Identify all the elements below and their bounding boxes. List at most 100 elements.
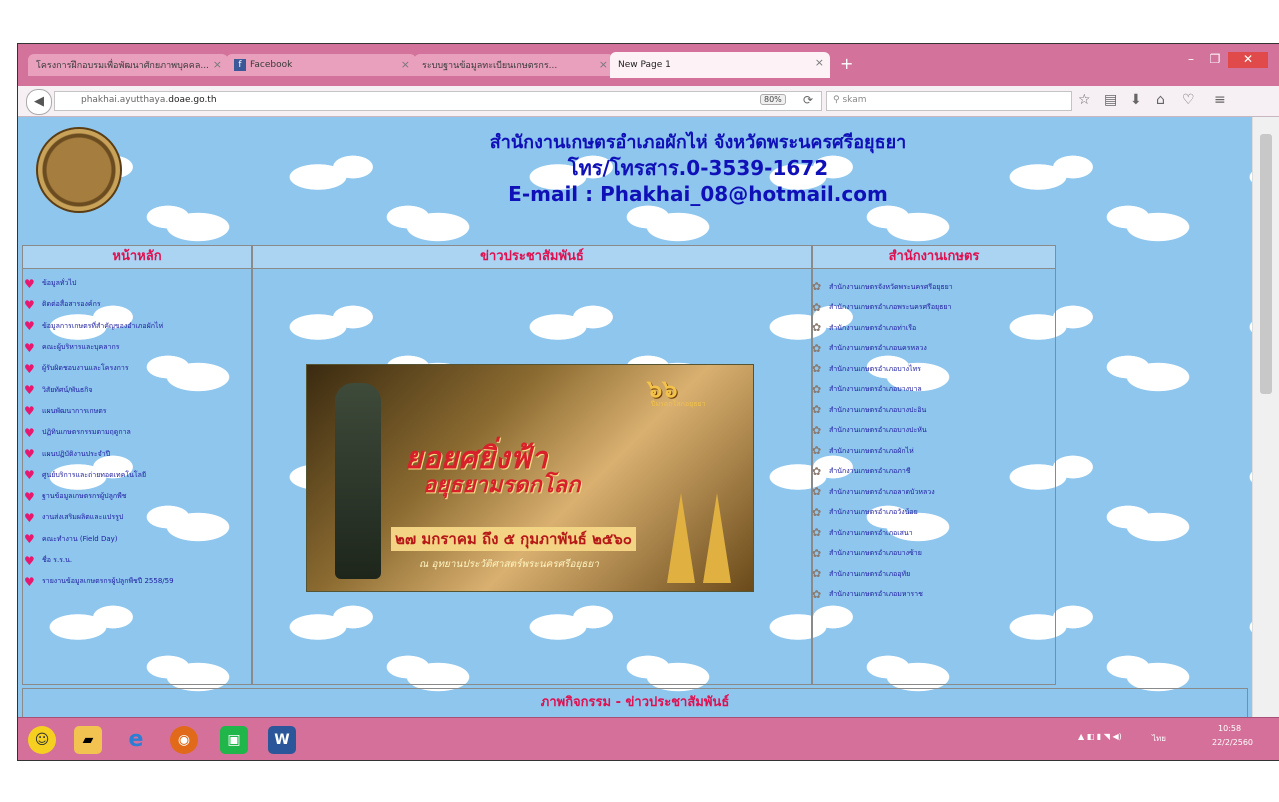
menu-item[interactable]: ♥ งานส่งเสริมผลิตและแปรรูป: [24, 507, 244, 528]
word-icon[interactable]: W: [268, 726, 296, 754]
office-item[interactable]: ✿ สำนักงานเกษตรอำเภอท่าเรือ: [812, 318, 1042, 339]
menu-item[interactable]: ♥ ชื่อ ร.ร.น.: [24, 550, 244, 571]
menu-item[interactable]: ♥ คณะทำงาน (Field Day): [24, 529, 244, 550]
flower-icon: ✿: [812, 280, 822, 294]
back-button[interactable]: ◀: [26, 89, 52, 115]
menu-link[interactable]: ข้อมูลการเกษตรที่สำคัญของอำเภอผักไห่: [42, 321, 163, 332]
menu-link[interactable]: ผู้รับผิดชอบงานและโครงการ: [42, 363, 129, 374]
firefox-icon[interactable]: ◉: [170, 726, 198, 754]
input-language[interactable]: ไทย: [1152, 732, 1166, 745]
office-link[interactable]: สำนักงานเกษตรอำเภอพระนครศรีอยุธยา: [829, 302, 951, 313]
menu-link[interactable]: คณะผู้บริหารและบุคลากร: [42, 342, 119, 353]
office-link[interactable]: สำนักงานเกษตรอำเภอบางบาล: [829, 384, 922, 395]
office-item[interactable]: ✿ สำนักงานเกษตรอำเภอมหาราช: [812, 585, 1042, 606]
menu-link[interactable]: ข้อมูลทั่วไป: [42, 278, 76, 289]
bookmark-star-icon[interactable]: ☆: [1078, 92, 1091, 108]
office-link[interactable]: สำนักงานเกษตรอำเภอบางซ้าย: [829, 548, 922, 559]
close-icon[interactable]: ×: [213, 58, 222, 71]
menu-item[interactable]: ♥ แผนพัฒนาการเกษตร: [24, 401, 244, 422]
office-link[interactable]: สำนักงานเกษตรจังหวัดพระนครศรีอยุธยา: [829, 282, 953, 293]
office-item[interactable]: ✿ สำนักงานเกษตรอำเภอบางซ้าย: [812, 544, 1042, 565]
menu-item[interactable]: ♥ ข้อมูลทั่วไป: [24, 273, 244, 294]
menu-item[interactable]: ♥ ผู้รับผิดชอบงานและโครงการ: [24, 358, 244, 379]
tray-icons[interactable]: ▲ ◧ ▮ ◥ ◀): [1078, 732, 1122, 741]
menu-link[interactable]: ศูนย์บริการและถ่ายทอดเทคโนโลยี: [42, 470, 146, 481]
menu-item[interactable]: ♥ ข้อมูลการเกษตรที่สำคัญของอำเภอผักไห่: [24, 316, 244, 337]
menu-link[interactable]: วิสัยทัศน์/พันธกิจ: [42, 385, 93, 396]
office-link[interactable]: สำนักงานเกษตรอำเภอบางปะหัน: [829, 425, 927, 436]
office-link[interactable]: สำนักงานเกษตรอำเภอวังน้อย: [829, 507, 918, 518]
menu-item[interactable]: ♥ วิสัยทัศน์/พันธกิจ: [24, 379, 244, 400]
menu-link[interactable]: แผนพัฒนาการเกษตร: [42, 406, 107, 417]
menu-link[interactable]: รายงานข้อมูลเกษตรกรผู้ปลูกพืชปี 2558/59: [42, 576, 174, 587]
office-link[interactable]: สำนักงานเกษตรอำเภอบางไทร: [829, 364, 921, 375]
menu-item[interactable]: ♥ คณะผู้บริหารและบุคลากร: [24, 337, 244, 358]
reload-icon[interactable]: ⟳: [803, 93, 813, 107]
menu-item[interactable]: ♥ ฐานข้อมูลเกษตรกรผู้ปลูกพืช: [24, 486, 244, 507]
office-item[interactable]: ✿ สำนักงานเกษตรอำเภอลาดบัวหลวง: [812, 482, 1042, 503]
tab-farmer-registry[interactable]: ระบบฐานข้อมูลทะเบียนเกษตรกร... ×: [414, 54, 614, 76]
office-item[interactable]: ✿ สำนักงานเกษตรอำเภอเสนา: [812, 523, 1042, 544]
menu-item[interactable]: ♥ แผนปฏิบัติงานประจำปี: [24, 443, 244, 464]
line-icon[interactable]: ▣: [220, 726, 248, 754]
menu-icon[interactable]: ≡: [1214, 92, 1226, 108]
file-explorer-icon[interactable]: ▰: [74, 726, 102, 754]
tab-facebook[interactable]: f Facebook ×: [226, 54, 416, 76]
internet-explorer-icon[interactable]: e: [122, 726, 150, 754]
office-link[interactable]: สำนักงานเกษตรอำเภอท่าเรือ: [829, 323, 916, 334]
search-input[interactable]: ⚲ skam: [826, 91, 1072, 111]
office-item[interactable]: ✿ สำนักงานเกษตรอำเภอบางบาล: [812, 380, 1042, 401]
download-icon[interactable]: ⬇: [1130, 92, 1142, 108]
office-item[interactable]: ✿ สำนักงานเกษตรอำเภอนครหลวง: [812, 339, 1042, 360]
tab-training[interactable]: โครงการฝึกอบรมเพื่อพัฒนาศักยภาพบุคคล... …: [28, 54, 228, 76]
office-item[interactable]: ✿ สำนักงานเกษตรอำเภอพระนครศรีอยุธยา: [812, 298, 1042, 319]
office-link[interactable]: สำนักงานเกษตรอำเภออุทัย: [829, 569, 910, 580]
close-icon[interactable]: ×: [401, 58, 410, 71]
clock-time[interactable]: 10:58: [1218, 724, 1241, 733]
office-item[interactable]: ✿ สำนักงานเกษตรอำเภอบางปะอิน: [812, 400, 1042, 421]
tab-new-page[interactable]: New Page 1 ×: [610, 52, 830, 78]
office-item[interactable]: ✿ สำนักงานเกษตรจังหวัดพระนครศรีอยุธยา: [812, 277, 1042, 298]
scrollbar-thumb[interactable]: [1260, 134, 1272, 394]
close-icon[interactable]: ×: [815, 56, 824, 69]
office-link[interactable]: สำนักงานเกษตรอำเภอมหาราช: [829, 589, 923, 600]
home-icon[interactable]: ⌂: [1156, 92, 1165, 108]
office-item[interactable]: ✿ สำนักงานเกษตรอำเภอบางไทร: [812, 359, 1042, 380]
page-viewport: สำนักงานเกษตรอำเภอผักไห่ จังหวัดพระนครศร…: [18, 117, 1252, 717]
pocket-icon[interactable]: ♡: [1182, 92, 1195, 108]
office-link[interactable]: สำนักงานเกษตรอำเภอภาชี: [829, 466, 911, 477]
king-statue-image: [335, 383, 381, 579]
minimize-button[interactable]: –: [1180, 52, 1202, 68]
office-item[interactable]: ✿ สำนักงานเกษตรอำเภอภาชี: [812, 462, 1042, 483]
menu-item[interactable]: ♥ ปฏิทินเกษตรกรรมตามฤดูกาล: [24, 422, 244, 443]
menu-link[interactable]: คณะทำงาน (Field Day): [42, 534, 118, 545]
office-link[interactable]: สำนักงานเกษตรอำเภอผักไห่: [829, 446, 914, 457]
menu-item[interactable]: ♥ ศูนย์บริการและถ่ายทอดเทคโนโลยี: [24, 465, 244, 486]
menu-link[interactable]: ชื่อ ร.ร.น.: [42, 555, 72, 566]
office-item[interactable]: ✿ สำนักงานเกษตรอำเภอบางปะหัน: [812, 421, 1042, 442]
office-item[interactable]: ✿ สำนักงานเกษตรอำเภอวังน้อย: [812, 503, 1042, 524]
close-window-button[interactable]: ✕: [1228, 52, 1268, 68]
office-item[interactable]: ✿ สำนักงานเกษตรอำเภออุทัย: [812, 564, 1042, 585]
office-link[interactable]: สำนักงานเกษตรอำเภอลาดบัวหลวง: [829, 487, 935, 498]
menu-item[interactable]: ♥ ติดต่อสื่อสารองค์กร: [24, 294, 244, 315]
festival-banner[interactable]: ๖๖ ปีมรดกโลกอยุธยา ยอยศยิ่งฟ้า อยุธยามรด…: [306, 364, 754, 592]
menu-item[interactable]: ♥ รายงานข้อมูลเกษตรกรผู้ปลูกพืชปี 2558/59: [24, 571, 244, 592]
menu-link[interactable]: ปฏิทินเกษตรกรรมตามฤดูกาล: [42, 427, 131, 438]
menu-link[interactable]: ฐานข้อมูลเกษตรกรผู้ปลูกพืช: [42, 491, 126, 502]
maximize-button[interactable]: ❐: [1204, 52, 1226, 68]
office-link[interactable]: สำนักงานเกษตรอำเภอเสนา: [829, 528, 913, 539]
menu-link[interactable]: งานส่งเสริมผลิตและแปรรูป: [42, 512, 123, 523]
clock-date[interactable]: 22/2/2560: [1212, 738, 1253, 747]
office-item[interactable]: ✿ สำนักงานเกษตรอำเภอผักไห่: [812, 441, 1042, 462]
office-link[interactable]: สำนักงานเกษตรอำเภอบางปะอิน: [829, 405, 926, 416]
zoom-indicator[interactable]: 80%: [760, 94, 786, 105]
menu-link[interactable]: ติดต่อสื่อสารองค์กร: [42, 299, 101, 310]
url-bar[interactable]: phakhai.ayutthaya.doae.go.th: [54, 91, 822, 111]
smiley-icon[interactable]: ☺: [28, 726, 56, 754]
menu-link[interactable]: แผนปฏิบัติงานประจำปี: [42, 449, 110, 460]
library-icon[interactable]: ▤: [1104, 92, 1117, 108]
close-icon[interactable]: ×: [599, 58, 608, 71]
new-tab-button[interactable]: +: [840, 54, 853, 73]
office-link[interactable]: สำนักงานเกษตรอำเภอนครหลวง: [829, 343, 927, 354]
